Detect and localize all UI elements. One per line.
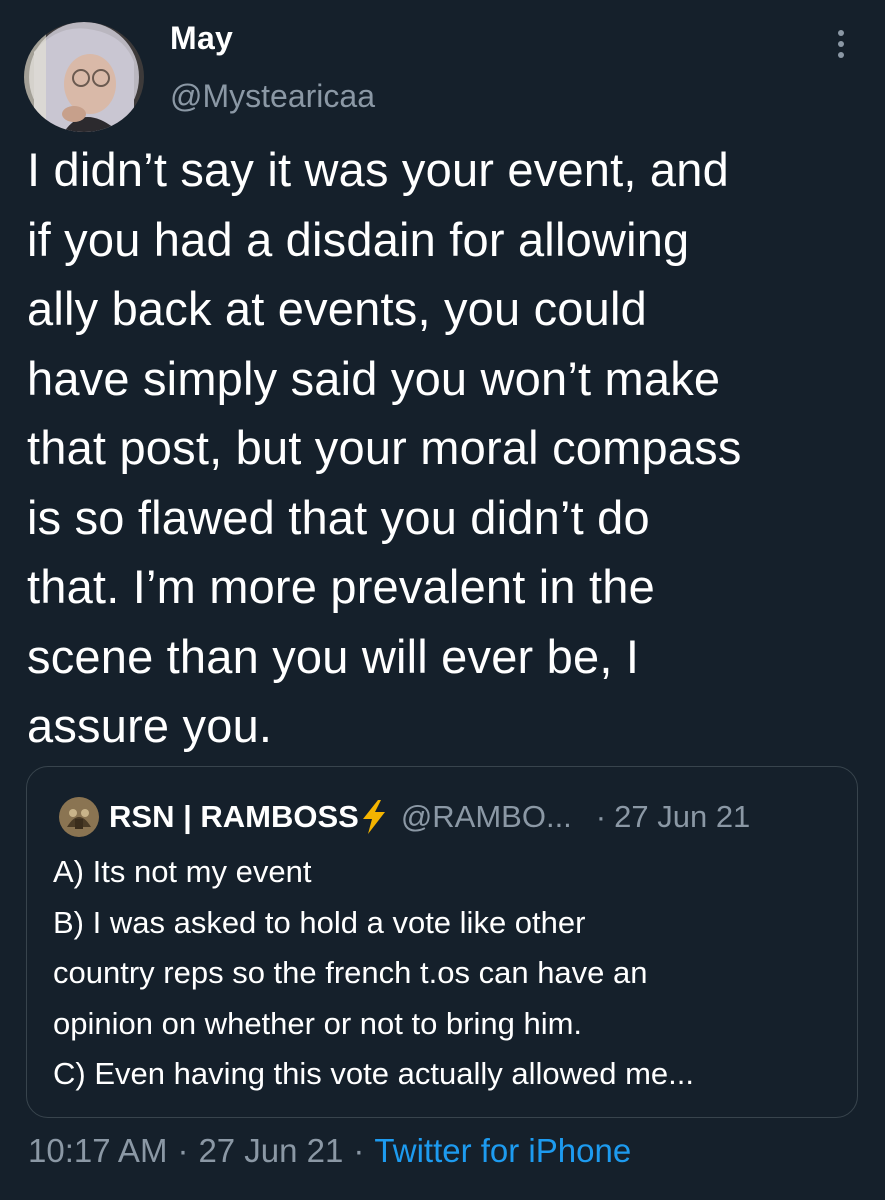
- quoted-text-line: A) Its not my event: [53, 854, 312, 889]
- quoted-text-line: B) I was asked to hold a vote like other: [53, 904, 586, 940]
- tweet-text-line: I didn’t say it was your event, and: [27, 143, 729, 196]
- tweet-text-line: scene than you will ever be, I: [27, 629, 640, 683]
- quoted-tweet-text: A) Its not my event B) I was asked to ho…: [53, 847, 843, 1100]
- tweet-source-link[interactable]: Twitter for iPhone: [374, 1132, 631, 1169]
- quoted-tweet-date: 27 Jun 21: [614, 799, 751, 834]
- lightning-bolt-icon: [361, 800, 387, 834]
- tweet-text-line: ally back at events, you could: [27, 282, 647, 335]
- separator-dot: ·: [595, 799, 607, 834]
- more-vertical-icon[interactable]: [824, 22, 860, 66]
- quoted-text-line: opinion on whether or not to bring him.: [53, 1005, 583, 1041]
- author-avatar[interactable]: [24, 22, 144, 132]
- separator-dot: ·: [177, 1132, 189, 1169]
- more-dot: [838, 52, 844, 58]
- quoted-author-handle: @RAMBO...: [400, 799, 572, 834]
- author-handle[interactable]: @Mystearicaa: [170, 78, 375, 115]
- tweet-time[interactable]: 10:17 AM: [28, 1132, 167, 1169]
- quoted-text-line: country reps so the french t.os can have…: [53, 955, 648, 990]
- quoted-tweet-header: RSN | RAMBOSS @RAMBO... · 27 Jun 21: [109, 797, 750, 837]
- quoted-author-name: RSN | RAMBOSS: [109, 799, 359, 834]
- tweet-text-line: assure you.: [27, 699, 273, 752]
- quoted-text-line: C) Even having this vote actually allowe…: [53, 1056, 694, 1091]
- tweet-text-line: have simply said you won’t make: [27, 351, 721, 405]
- more-dot: [838, 41, 844, 47]
- tweet-meta: 10:17 AM · 27 Jun 21 · Twitter for iPhone: [28, 1132, 631, 1170]
- author-display-name[interactable]: May: [170, 20, 233, 57]
- tweet-text-line: that post, but your moral compass: [27, 421, 742, 474]
- tweet-text-line: is so flawed that you didn’t do: [27, 490, 650, 544]
- separator-dot: ·: [353, 1132, 365, 1169]
- quoted-tweet-card[interactable]: RSN | RAMBOSS @RAMBO... · 27 Jun 21 A) I…: [26, 766, 858, 1118]
- tweet-text-line: if you had a disdain for allowing: [27, 212, 690, 266]
- quoted-author-avatar: [59, 797, 99, 837]
- more-dot: [838, 30, 844, 36]
- tweet-text: I didn’t say it was your event, and if y…: [27, 135, 872, 761]
- tweet: May @Mystearicaa I didn’t say it was you…: [0, 0, 885, 1200]
- tweet-text-line: that. I’m more prevalent in the: [27, 560, 655, 613]
- tweet-date[interactable]: 27 Jun 21: [198, 1132, 343, 1169]
